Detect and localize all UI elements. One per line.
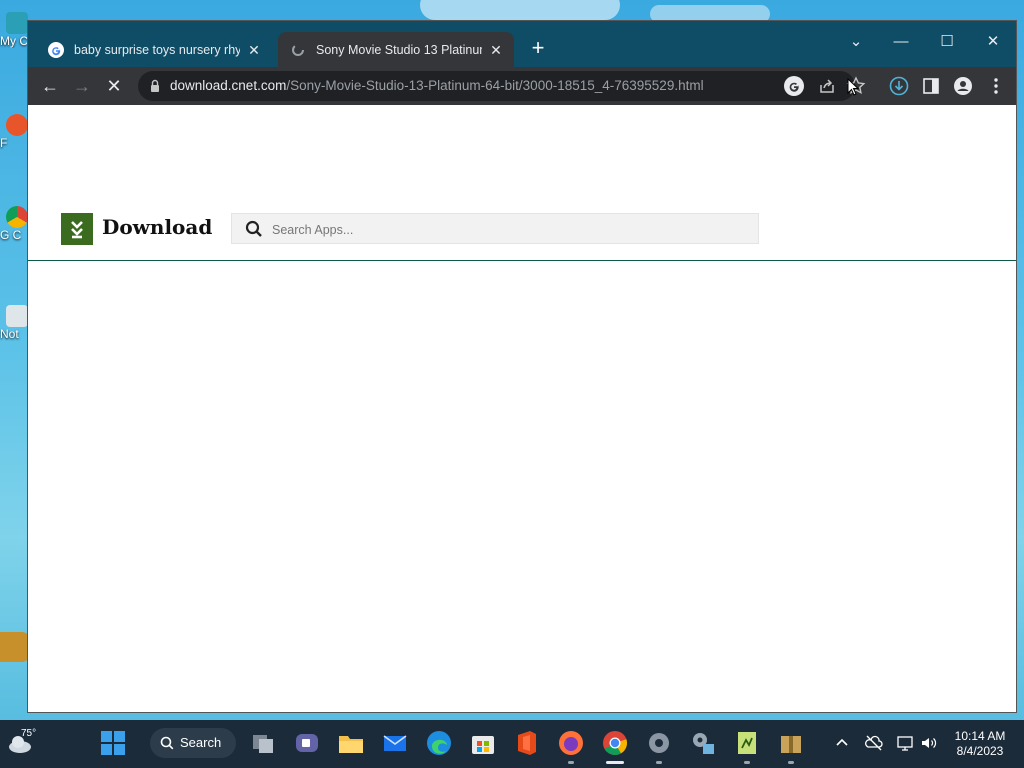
cloud	[420, 0, 620, 20]
microsoft-store-icon[interactable]	[470, 730, 496, 756]
archive-box-icon[interactable]	[778, 730, 804, 756]
side-panel-icon[interactable]	[921, 76, 941, 96]
tab-baby-surprise-toys[interactable]: baby surprise toys nursery rhyme ✕	[36, 32, 272, 67]
clock-time: 10:14 AM	[954, 729, 1006, 743]
settings-gear-icon[interactable]	[646, 730, 672, 756]
browser-toolbar: ← → ✕ download.cnet.com/Sony-Movie-Studi…	[28, 67, 1016, 105]
notepad-icon	[6, 305, 28, 327]
page-content: Download	[28, 105, 1016, 712]
loading-icon	[292, 43, 304, 56]
download-icon[interactable]	[889, 76, 909, 96]
running-indicator	[568, 761, 574, 764]
desktop-icon-notepad[interactable]: Not	[0, 305, 28, 341]
taskbar-search-label: Search	[180, 735, 222, 750]
firefox-icon	[6, 114, 28, 136]
taskbar: 75° Search 10:14 AM 8/4/2023	[0, 720, 1024, 768]
tab-title: Sony Movie Studio 13 Platinum (	[316, 42, 482, 57]
firefox-icon[interactable]	[558, 730, 584, 756]
desktop-icon-label: My C	[0, 34, 28, 48]
control-panel-icon[interactable]	[690, 730, 716, 756]
search-icon	[160, 736, 174, 750]
lock-icon[interactable]	[150, 79, 160, 93]
volume-icon[interactable]	[920, 734, 938, 752]
office-icon[interactable]	[514, 730, 540, 756]
share-icon[interactable]	[817, 76, 837, 96]
running-indicator	[788, 761, 794, 764]
address-bar[interactable]: download.cnet.com/Sony-Movie-Studio-13-P…	[138, 71, 866, 101]
url-path: /Sony-Movie-Studio-13-Platinum-64-bit/30…	[286, 78, 704, 93]
url-text[interactable]: download.cnet.com/Sony-Movie-Studio-13-P…	[170, 71, 704, 101]
close-window-button[interactable]: ✕	[971, 27, 1015, 57]
download-logo-icon[interactable]	[61, 213, 93, 245]
computer-icon	[6, 12, 28, 34]
desktop-icon-label: G C	[0, 228, 22, 242]
desktop-icon-label: F	[0, 136, 8, 150]
search-apps-input[interactable]	[270, 214, 754, 245]
windows-start-icon[interactable]	[100, 730, 126, 756]
system-clock[interactable]: 10:14 AM 8/4/2023	[950, 729, 1010, 759]
maximize-button[interactable]: ☐	[925, 27, 969, 57]
clock-date: 8/4/2023	[956, 744, 1004, 758]
google-lens-icon[interactable]	[784, 76, 804, 96]
chrome-icon[interactable]	[602, 730, 628, 756]
url-host: download.cnet.com	[170, 78, 287, 93]
task-view-icon[interactable]	[250, 730, 276, 756]
download-logo-text[interactable]: Download	[102, 215, 212, 239]
tab-sony-movie-studio[interactable]: Sony Movie Studio 13 Platinum ( ✕	[278, 32, 514, 67]
profile-icon[interactable]	[953, 76, 973, 96]
minimize-button[interactable]: —	[879, 27, 923, 57]
running-indicator	[656, 761, 662, 764]
network-icon[interactable]	[896, 734, 914, 752]
edge-browser-icon[interactable]	[426, 730, 452, 756]
browser-window: baby surprise toys nursery rhyme ✕ Sony …	[27, 20, 1017, 713]
close-tab-icon[interactable]: ✕	[488, 42, 504, 58]
tab-title: baby surprise toys nursery rhyme	[74, 42, 240, 57]
teams-chat-icon[interactable]	[294, 730, 320, 756]
show-hidden-icons-chevron-icon[interactable]	[833, 734, 851, 752]
tab-search-chevron-icon[interactable]: ⌄	[834, 27, 878, 57]
site-header: Download	[28, 105, 1016, 261]
wallpaper-ground	[0, 632, 30, 662]
google-icon	[48, 41, 64, 58]
chrome-icon	[6, 206, 28, 228]
forward-button[interactable]: →	[68, 72, 96, 100]
running-indicator	[744, 761, 750, 764]
mail-icon[interactable]	[382, 730, 408, 756]
more-menu-icon[interactable]	[986, 76, 1006, 96]
desktop-icon-chrome[interactable]: G C	[0, 206, 28, 242]
desktop-icon-my-computer[interactable]: My C	[0, 12, 28, 48]
desktop-icon-firefox[interactable]: F	[0, 114, 28, 150]
file-explorer-icon[interactable]	[338, 730, 364, 756]
stop-loading-button[interactable]: ✕	[100, 72, 128, 100]
tab-strip: baby surprise toys nursery rhyme ✕ Sony …	[28, 21, 1016, 67]
desktop-icon-label: Not	[0, 327, 19, 341]
new-tab-button[interactable]: +	[525, 36, 551, 62]
mouse-cursor-icon	[847, 78, 859, 96]
notepad-app-icon[interactable]	[734, 730, 760, 756]
search-icon[interactable]	[245, 220, 263, 238]
app-search-box[interactable]	[231, 213, 759, 245]
weather-temperature: 75°	[21, 728, 37, 739]
back-button[interactable]: ←	[36, 72, 64, 100]
active-app-indicator	[606, 761, 624, 764]
onedrive-offline-icon[interactable]	[865, 734, 883, 752]
taskbar-search-button[interactable]: Search	[150, 728, 236, 758]
close-tab-icon[interactable]: ✕	[246, 42, 262, 58]
